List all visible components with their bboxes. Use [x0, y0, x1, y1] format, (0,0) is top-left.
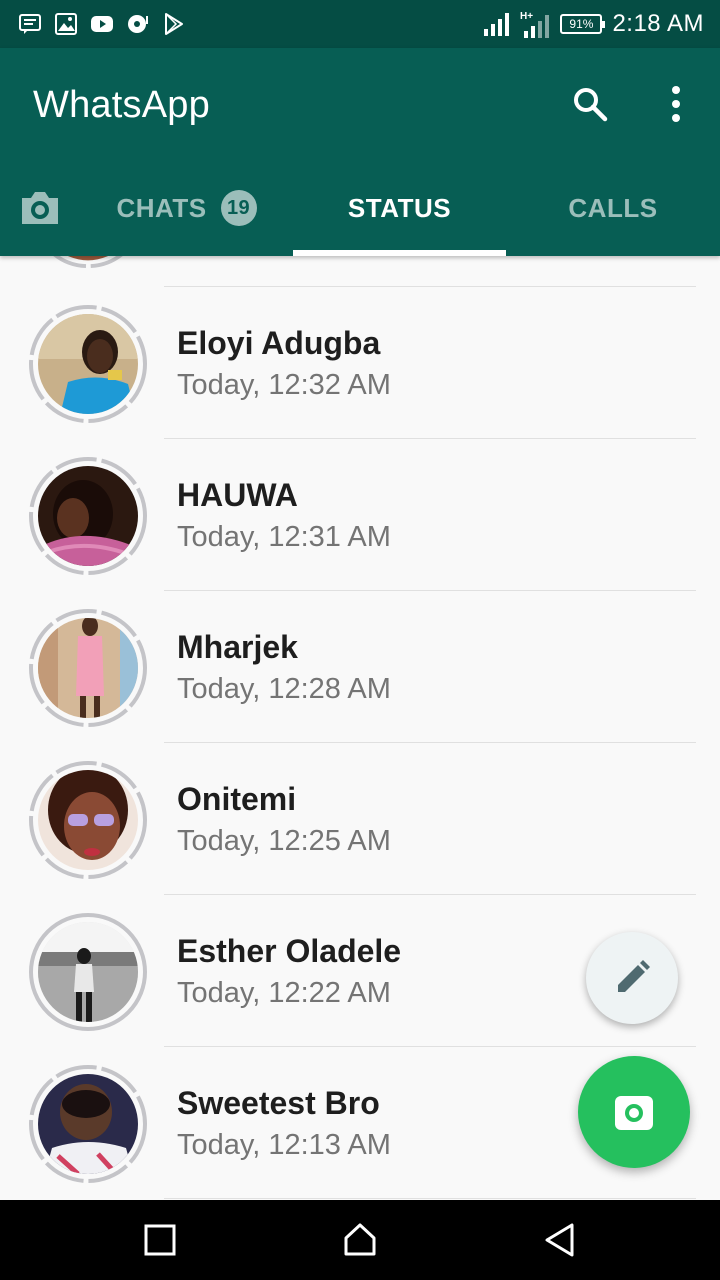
text-status-button[interactable] — [586, 932, 678, 1024]
youtube-icon — [91, 16, 113, 32]
contact-name: Mharjek — [177, 629, 298, 665]
notification-icons — [18, 12, 186, 36]
system-nav-bar — [0, 1200, 720, 1280]
contact-name: Onitemi — [177, 781, 297, 817]
avatar — [29, 761, 147, 879]
list-item-partial[interactable] — [0, 256, 720, 286]
tab-bar: CHATS 19 STATUS CALLS — [0, 160, 720, 256]
recents-square-icon[interactable] — [140, 1220, 180, 1260]
app-title: WhatsApp — [33, 84, 210, 126]
divider — [164, 1198, 696, 1199]
list-item[interactable]: Onitemi Today, 12:25 AM — [0, 743, 720, 895]
avatar — [29, 305, 147, 423]
list-item[interactable]: Mharjek Today, 12:28 AM — [0, 591, 720, 743]
more-vert-icon[interactable] — [660, 84, 692, 124]
tab-chats-label: CHATS — [116, 192, 207, 223]
tab-calls[interactable]: CALLS — [506, 160, 720, 256]
avatar — [29, 1065, 147, 1183]
tab-chats[interactable]: CHATS 19 — [80, 160, 293, 256]
status-time: Today, 12:28 AM — [177, 673, 391, 705]
status-time: Today, 12:13 AM — [177, 1129, 391, 1161]
contact-name: Eloyi Adugba — [177, 325, 381, 361]
avatar — [29, 457, 147, 575]
network-type-label: H+ — [520, 11, 533, 22]
contact-name: HAUWA — [177, 477, 298, 513]
contact-name: Sweetest Bro — [177, 1085, 380, 1121]
avatar — [53, 256, 123, 269]
camera-tab-icon[interactable] — [18, 188, 62, 228]
status-time: Today, 12:25 AM — [177, 825, 391, 857]
app-bar: WhatsApp CHATS 19 STATUS CALLS — [0, 48, 720, 256]
status-bar: H+ 91% 2:18 AM — [0, 0, 720, 48]
music-icon — [128, 15, 148, 33]
clock: 2:18 AM — [612, 10, 704, 37]
message-icon — [19, 14, 41, 34]
list-item[interactable]: HAUWA Today, 12:31 AM — [0, 439, 720, 591]
signal-icon — [484, 13, 510, 36]
tab-status[interactable]: STATUS — [293, 160, 506, 256]
status-time: Today, 12:31 AM — [177, 521, 391, 553]
camera-icon — [615, 1096, 653, 1130]
camera-status-button[interactable] — [578, 1056, 690, 1168]
battery-indicator: 91% — [560, 14, 606, 34]
home-icon[interactable] — [340, 1220, 380, 1260]
tab-calls-label: CALLS — [568, 192, 658, 223]
tab-status-label: STATUS — [347, 192, 452, 223]
status-time: Today, 12:32 AM — [177, 369, 391, 401]
avatar — [29, 913, 147, 1031]
unread-badge: 19 — [220, 190, 257, 226]
avatar — [29, 609, 147, 727]
status-list[interactable]: Eloyi Adugba Today, 12:32 AM HAUWA Today… — [0, 256, 720, 1200]
signal-hplus-icon: H+ — [520, 11, 550, 38]
tab-selected-indicator — [293, 250, 506, 256]
pencil-icon — [618, 960, 650, 992]
status-time: Today, 12:22 AM — [177, 977, 391, 1009]
list-item[interactable]: Eloyi Adugba Today, 12:32 AM — [0, 287, 720, 439]
back-triangle-icon[interactable] — [540, 1220, 580, 1260]
image-icon — [55, 13, 77, 35]
play-store-icon — [165, 13, 183, 35]
contact-name: Esther Oladele — [177, 933, 402, 969]
search-icon[interactable] — [570, 84, 610, 124]
